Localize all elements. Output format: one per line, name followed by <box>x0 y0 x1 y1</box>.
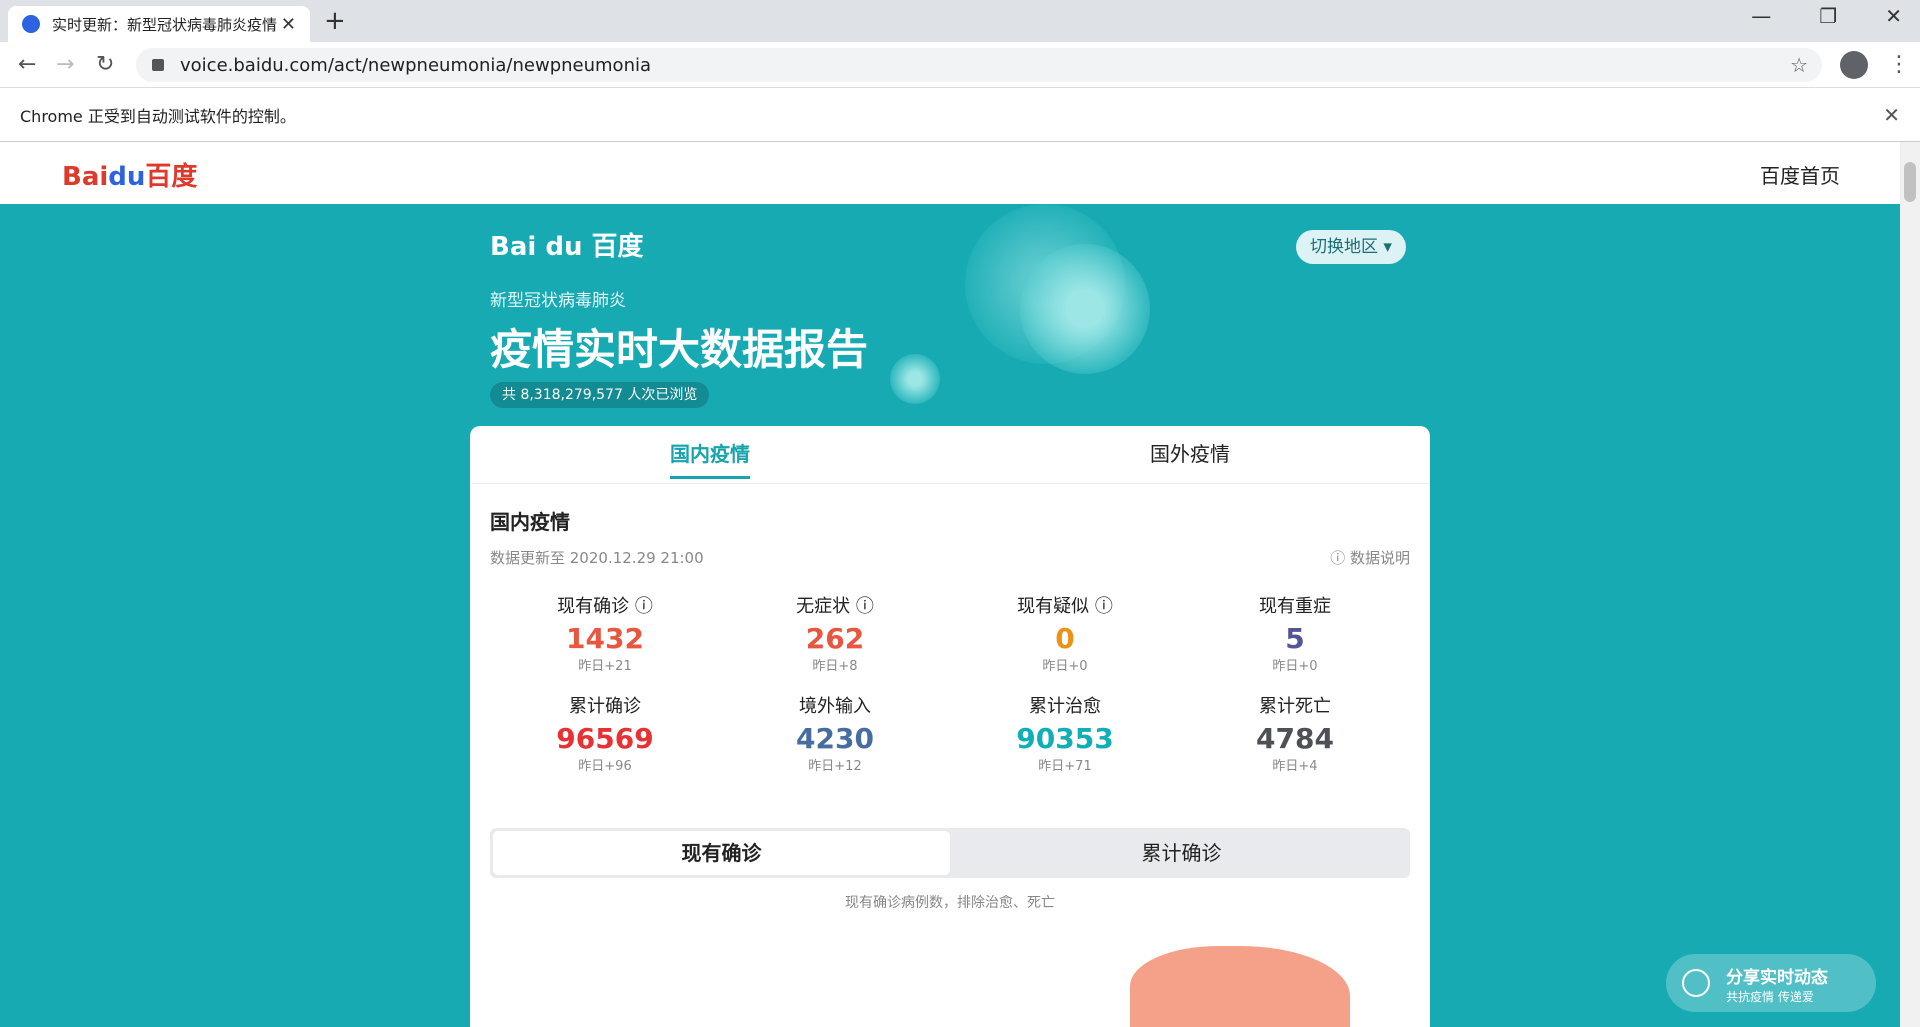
close-tab-icon[interactable]: ✕ <box>281 14 296 35</box>
stat-delta: 昨日+96 <box>578 759 632 774</box>
hero-subtitle: 新型冠状病毒肺炎 <box>490 291 626 311</box>
address-bar[interactable]: voice.baidu.com/act/newpneumonia/newpneu… <box>136 48 1822 82</box>
page-viewport: Baidu百度 百度首页 Bai du 百度 新型冠状病毒肺炎 疫情实时大数据报… <box>0 142 1900 1027</box>
infobar-text: Chrome 正受到自动测试软件的控制。 <box>20 106 296 126</box>
stat-delta: 昨日+8 <box>812 659 858 674</box>
virus-illustration <box>890 354 940 404</box>
baidu-paw-icon <box>22 15 40 33</box>
stat-delta: 昨日+4 <box>1272 759 1318 774</box>
stat-label[interactable]: 现有疑似 ⓘ <box>950 592 1180 618</box>
baidu-home-link[interactable]: 百度首页 <box>1760 160 1840 189</box>
stats-grid: 现有确诊 ⓘ 1432 昨日+21 无症状 ⓘ 262 昨日+8 现有疑似 ⓘ 0 昨日+0… <box>490 592 1410 774</box>
hero-baidu-logo: Bai du 百度 <box>490 232 644 262</box>
tab-domestic[interactable]: 国内疫情 <box>470 426 950 483</box>
tab-foreign-label: 国外疫情 <box>1150 442 1230 466</box>
profile-icon[interactable] <box>1840 51 1868 79</box>
browser-tabstrip: 实时更新：新型冠状病毒肺炎疫情 ✕ + — ❐ ✕ <box>0 0 1920 42</box>
stat-asymptomatic: 无症状 ⓘ 262 昨日+8 <box>720 592 950 674</box>
stat-delta: 昨日+0 <box>1272 659 1318 674</box>
stat-delta: 昨日+0 <box>1042 659 1088 674</box>
stat-value: 262 <box>805 622 865 655</box>
stat-label: 现有重症 <box>1259 596 1331 617</box>
section-meta: 数据更新至 2020.12.29 21:00 ⓘ 数据说明 <box>490 547 1410 568</box>
china-map[interactable] <box>1130 946 1350 1027</box>
stat-value: 1432 <box>566 622 644 655</box>
stat-label[interactable]: 现有确诊 ⓘ <box>490 592 720 618</box>
share-icon <box>1682 969 1710 997</box>
stat-label: 累计治愈 <box>1029 696 1101 717</box>
tab-foreign[interactable]: 国外疫情 <box>950 426 1430 483</box>
stat-severe: 现有重症 5 昨日+0 <box>1180 592 1410 674</box>
stat-current-confirmed: 现有确诊 ⓘ 1432 昨日+21 <box>490 592 720 674</box>
lock-icon <box>152 59 164 71</box>
toggle-current-confirmed[interactable]: 现有确诊 <box>493 831 950 875</box>
close-window-button[interactable]: ✕ <box>1885 4 1902 28</box>
automation-infobar: Chrome 正受到自动测试软件的控制。 ✕ <box>0 88 1920 142</box>
share-title: 分享实时动态 <box>1726 968 1828 988</box>
stat-imported: 境外输入 4230 昨日+12 <box>720 692 950 774</box>
browser-toolbar: ← → ↻ voice.baidu.com/act/newpneumonia/n… <box>0 42 1920 88</box>
virus-illustration <box>1020 244 1150 374</box>
stat-label: 境外输入 <box>799 696 871 717</box>
update-time: 数据更新至 2020.12.29 21:00 <box>490 549 704 567</box>
star-icon[interactable]: ☆ <box>1790 53 1808 77</box>
share-button[interactable]: 分享实时动态 共抗疫情 传递爱 <box>1666 954 1876 1012</box>
tab-domestic-label: 国内疫情 <box>670 442 750 479</box>
back-icon[interactable]: ← <box>18 52 36 77</box>
region-tabs: 国内疫情 国外疫情 <box>470 426 1430 484</box>
switch-region-button[interactable]: 切换地区 ▾ <box>1296 230 1406 264</box>
page-scrollbar[interactable] <box>1900 142 1920 1027</box>
logo-cn: 百度 <box>145 162 198 192</box>
browser-tab[interactable]: 实时更新：新型冠状病毒肺炎疫情 ✕ <box>8 6 310 42</box>
scrollbar-thumb[interactable] <box>1904 162 1916 202</box>
logo-du: du <box>108 162 146 192</box>
url-text: voice.baidu.com/act/newpneumonia/newpneu… <box>180 54 652 76</box>
restore-button[interactable]: ❐ <box>1819 4 1837 28</box>
stat-value: 4784 <box>1256 722 1334 755</box>
site-header: Baidu百度 百度首页 <box>0 142 1900 204</box>
section-title: 国内疫情 <box>490 510 570 534</box>
baidu-logo[interactable]: Baidu百度 <box>62 156 197 193</box>
stat-delta: 昨日+21 <box>578 659 632 674</box>
stat-value: 5 <box>1285 622 1305 655</box>
stat-value: 4230 <box>796 722 874 755</box>
data-card: 国内疫情 国外疫情 国内疫情 数据更新至 2020.12.29 21:00 ⓘ … <box>470 426 1430 1027</box>
infobar-close-icon[interactable]: ✕ <box>1883 103 1900 127</box>
stat-delta: 昨日+12 <box>808 759 862 774</box>
share-subtitle: 共抗疫情 传递爱 <box>1726 990 1814 1004</box>
view-count: 共 8,318,279,577 人次已浏览 <box>490 382 710 408</box>
stat-suspected: 现有疑似 ⓘ 0 昨日+0 <box>950 592 1180 674</box>
menu-icon[interactable]: ⋮ <box>1888 52 1910 77</box>
stat-value: 90353 <box>1016 722 1114 755</box>
reload-icon[interactable]: ↻ <box>96 52 114 77</box>
stat-deaths: 累计死亡 4784 昨日+4 <box>1180 692 1410 774</box>
map-mode-toggle: 现有确诊 累计确诊 <box>490 828 1410 878</box>
stat-label: 累计确诊 <box>569 696 641 717</box>
stat-value: 96569 <box>556 722 654 755</box>
hero-title: 疫情实时大数据报告 <box>490 325 869 374</box>
stat-delta: 昨日+71 <box>1038 759 1092 774</box>
data-explain-link[interactable]: ⓘ 数据说明 <box>1330 547 1410 568</box>
logo-bai: Bai <box>62 162 109 192</box>
window-controls: — ❐ ✕ <box>1751 4 1902 28</box>
stat-label[interactable]: 无症状 ⓘ <box>720 592 950 618</box>
hero-banner: Bai du 百度 新型冠状病毒肺炎 疫情实时大数据报告 共 8,318,279… <box>470 204 1430 434</box>
new-tab-button[interactable]: + <box>324 6 346 36</box>
minimize-button[interactable]: — <box>1751 4 1771 28</box>
tab-title: 实时更新：新型冠状病毒肺炎疫情 <box>52 15 278 34</box>
toggle-total-confirmed[interactable]: 累计确诊 <box>953 828 1410 878</box>
domestic-section: 国内疫情 数据更新至 2020.12.29 21:00 ⓘ 数据说明 现有确诊 … <box>470 484 1430 774</box>
map-note: 现有确诊病例数，排除治愈、死亡 <box>845 895 1055 911</box>
stat-value: 0 <box>1055 622 1075 655</box>
stat-cured: 累计治愈 90353 昨日+71 <box>950 692 1180 774</box>
stat-label: 累计死亡 <box>1259 696 1331 717</box>
stat-total-confirmed: 累计确诊 96569 昨日+96 <box>490 692 720 774</box>
forward-icon[interactable]: → <box>56 52 74 77</box>
